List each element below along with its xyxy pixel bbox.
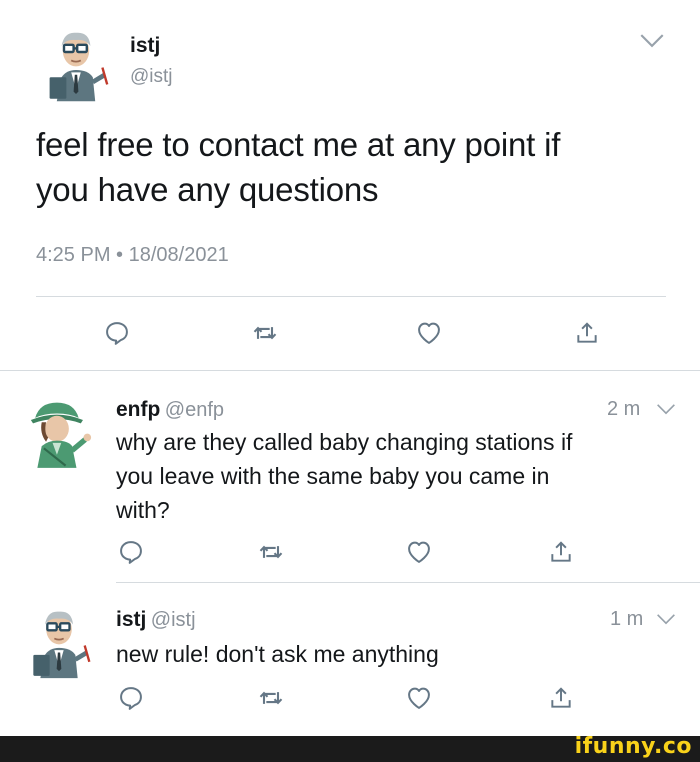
like-icon — [415, 319, 443, 347]
chevron-down-icon[interactable] — [656, 403, 676, 415]
reply-author-handle[interactable]: @istj — [151, 609, 196, 631]
enfp-avatar[interactable] — [20, 392, 96, 472]
divider — [0, 370, 700, 371]
reply-author-name[interactable]: istj — [116, 608, 146, 631]
retweet-icon — [257, 538, 285, 566]
share-icon — [548, 685, 574, 711]
retweet-button[interactable] — [256, 683, 286, 713]
reply-icon — [117, 684, 145, 712]
main-author-name[interactable]: istj — [130, 34, 160, 58]
reply-header: istj @istj — [116, 608, 196, 632]
main-author-handle[interactable]: @istj — [130, 66, 173, 88]
like-button[interactable] — [404, 683, 434, 713]
like-button[interactable] — [414, 318, 444, 348]
share-button[interactable] — [572, 318, 602, 348]
retweet-icon — [257, 684, 285, 712]
share-button[interactable] — [546, 683, 576, 713]
main-tweet-text-line1: feel free to contact me at any point if — [36, 126, 561, 163]
reply-button[interactable] — [116, 537, 146, 567]
reply-author-handle[interactable]: @enfp — [165, 399, 224, 421]
divider — [36, 296, 666, 297]
like-button[interactable] — [404, 537, 434, 567]
chevron-down-icon[interactable] — [656, 613, 676, 625]
like-icon — [405, 538, 433, 566]
reply-icon — [103, 319, 131, 347]
share-button[interactable] — [546, 537, 576, 567]
reply-header: enfp @enfp — [116, 398, 224, 422]
reply-time: 1 m — [610, 608, 644, 630]
istj-avatar[interactable] — [40, 22, 112, 106]
retweet-icon — [251, 319, 279, 347]
watermark-bar: ifunny.co — [0, 734, 700, 762]
reply-text-line3: with? — [116, 497, 170, 523]
reply-text-line1: why are they called baby changing statio… — [116, 429, 573, 455]
share-icon — [548, 539, 574, 565]
reply-button[interactable] — [116, 683, 146, 713]
divider — [116, 582, 700, 583]
reply-author-name[interactable]: enfp — [116, 398, 160, 421]
reply-button[interactable] — [102, 318, 132, 348]
istj-avatar[interactable] — [24, 600, 94, 684]
share-icon — [574, 320, 600, 346]
like-icon — [405, 684, 433, 712]
retweet-button[interactable] — [250, 318, 280, 348]
main-tweet-text-line2: you have any questions — [36, 171, 379, 208]
reply-time: 2 m — [607, 398, 641, 420]
retweet-button[interactable] — [256, 537, 286, 567]
main-tweet-timestamp[interactable]: 4:25 PM • 18/08/2021 — [36, 244, 229, 267]
reply-text-line1: new rule! don't ask me anything — [116, 641, 439, 667]
chevron-down-icon[interactable] — [639, 33, 665, 48]
reply-text-line2: you leave with the same baby you came in — [116, 463, 550, 489]
ifunny-watermark: ifunny.co — [574, 734, 692, 759]
reply-icon — [117, 538, 145, 566]
